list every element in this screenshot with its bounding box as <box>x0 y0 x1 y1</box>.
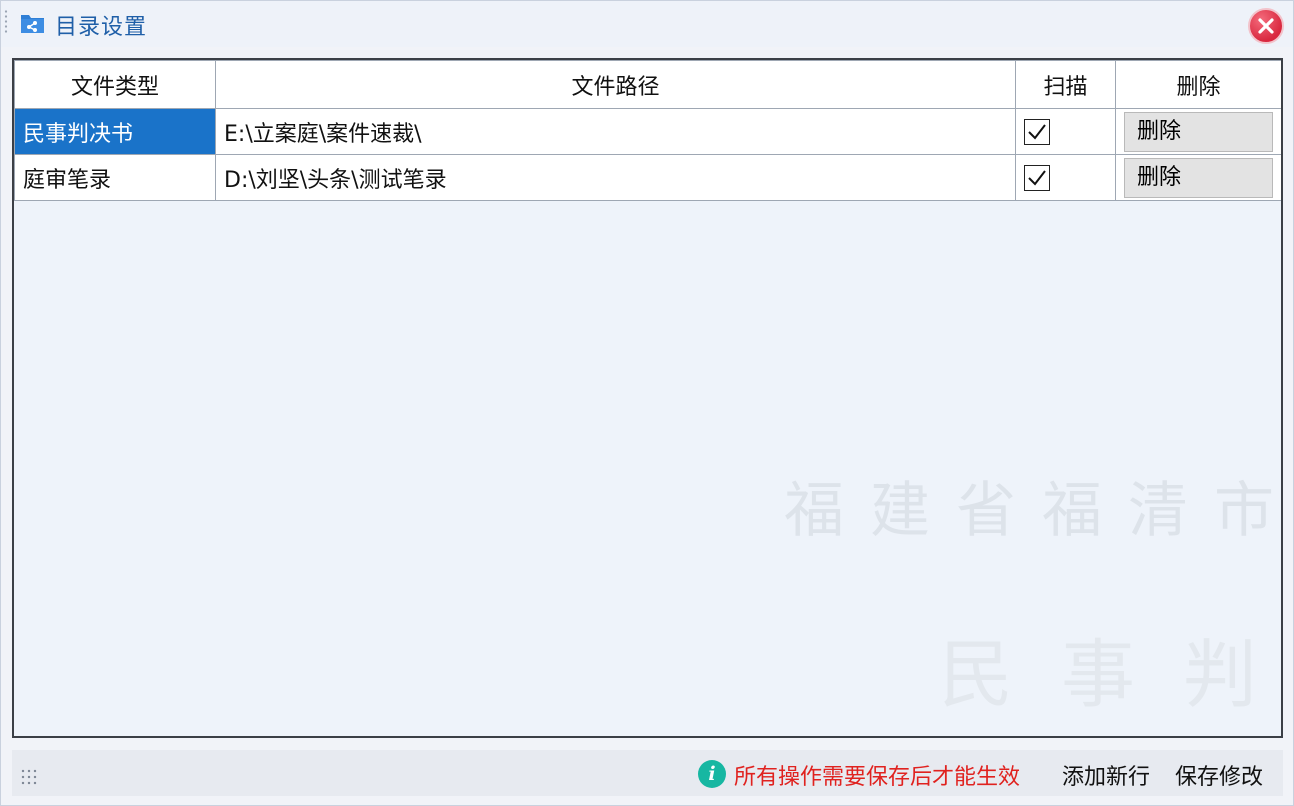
scan-checkbox[interactable] <box>1024 164 1050 191</box>
table-row[interactable]: 民事判决书 E:\立案庭\案件速裁\ 删除 <box>14 108 1281 155</box>
delete-row-button[interactable]: 删除 <box>1124 111 1273 152</box>
save-changes-button[interactable]: 保存修改 <box>1175 759 1263 791</box>
directory-grid[interactable]: 福建省福清市 民事判 文件类型 文件路径 扫描 删除 民事判决书 E:\立案庭\… <box>12 58 1283 738</box>
file-path-cell[interactable]: D:\刘坚\头条\测试笔录 <box>215 154 1016 201</box>
column-header-file-path[interactable]: 文件路径 <box>215 60 1016 109</box>
table-header-row: 文件类型 文件路径 扫描 删除 <box>14 60 1281 109</box>
delete-cell: 删除 <box>1115 154 1281 201</box>
file-type-cell[interactable]: 民事判决书 <box>14 108 216 155</box>
watermark-line-1: 福建省福清市 <box>784 476 1283 546</box>
scan-checkbox[interactable] <box>1024 118 1050 145</box>
title-bar[interactable]: 目录设置 <box>1 1 1293 47</box>
folder-settings-icon <box>20 11 46 35</box>
scan-cell <box>1015 108 1116 155</box>
directory-settings-window: 目录设置 福建省福清市 民事判 文件类型 文件路径 扫描 删除 民事判决书 E:… <box>0 0 1294 806</box>
close-button[interactable] <box>1248 8 1284 44</box>
watermark-line-2: 民事判 <box>939 632 1283 718</box>
column-header-scan[interactable]: 扫描 <box>1015 60 1116 109</box>
checkmark-icon <box>1028 169 1046 186</box>
checkmark-icon <box>1028 123 1046 140</box>
file-path-cell[interactable]: E:\立案庭\案件速裁\ <box>215 108 1016 155</box>
status-bar: i 所有操作需要保存后才能生效 添加新行 保存修改 <box>12 750 1283 796</box>
drag-grip-icon[interactable] <box>4 9 8 35</box>
info-icon: i <box>698 760 726 788</box>
add-row-button[interactable]: 添加新行 <box>1062 759 1150 791</box>
table-row[interactable]: 庭审笔录 D:\刘坚\头条\测试笔录 删除 <box>14 154 1281 201</box>
delete-cell: 删除 <box>1115 108 1281 155</box>
window-title: 目录设置 <box>55 15 148 40</box>
status-message: 所有操作需要保存后才能生效 <box>734 765 1021 790</box>
column-header-file-type[interactable]: 文件类型 <box>14 60 216 109</box>
column-header-delete[interactable]: 删除 <box>1115 60 1281 109</box>
delete-row-button[interactable]: 删除 <box>1124 157 1273 198</box>
close-icon <box>1258 18 1274 34</box>
scan-cell <box>1015 154 1116 201</box>
resize-grip-icon[interactable] <box>20 768 38 786</box>
directory-table: 文件类型 文件路径 扫描 删除 民事判决书 E:\立案庭\案件速裁\ 删除 庭审… <box>14 60 1281 201</box>
file-type-cell[interactable]: 庭审笔录 <box>14 154 216 201</box>
